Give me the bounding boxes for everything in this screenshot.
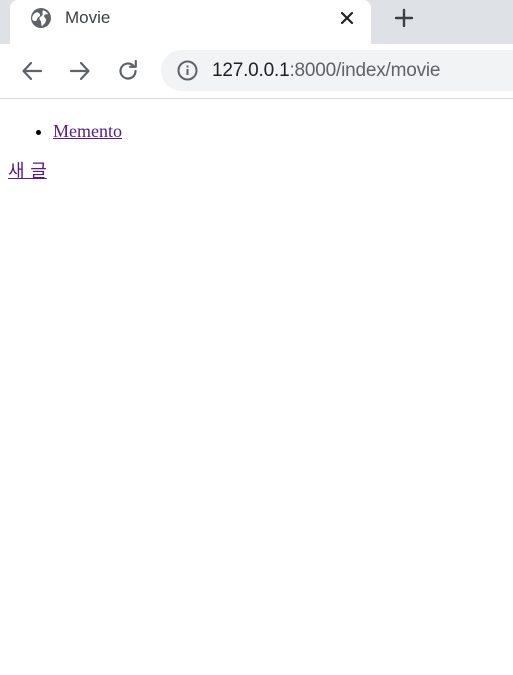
tab-strip-edge — [0, 0, 10, 44]
list-item: Memento — [53, 121, 122, 141]
post-link-memento[interactable]: Memento — [53, 121, 122, 141]
reload-icon[interactable] — [115, 58, 141, 84]
close-icon[interactable] — [337, 8, 357, 28]
tab-movie[interactable]: Movie — [10, 0, 371, 44]
page-content: Memento 새 글 — [0, 99, 513, 675]
new-post-link[interactable]: 새 글 — [8, 161, 47, 183]
browser-window: Movie 127.0.0.1:8000/index/movie • Memen… — [0, 0, 513, 675]
post-list: Memento — [0, 121, 122, 141]
url-path: :8000/index/movie — [289, 60, 441, 81]
back-arrow-icon[interactable] — [19, 58, 45, 84]
address-bar[interactable]: 127.0.0.1:8000/index/movie — [161, 50, 513, 91]
tab-strip: Movie — [0, 0, 513, 44]
tab-title: Movie — [65, 8, 111, 27]
plus-icon[interactable] — [392, 6, 416, 30]
globe-icon — [30, 7, 52, 29]
browser-toolbar: 127.0.0.1:8000/index/movie — [0, 44, 513, 99]
url-host: 127.0.0.1 — [212, 60, 290, 81]
forward-arrow-icon[interactable] — [67, 58, 93, 84]
url-text[interactable]: 127.0.0.1:8000/index/movie — [212, 61, 440, 81]
info-icon[interactable] — [177, 60, 198, 81]
